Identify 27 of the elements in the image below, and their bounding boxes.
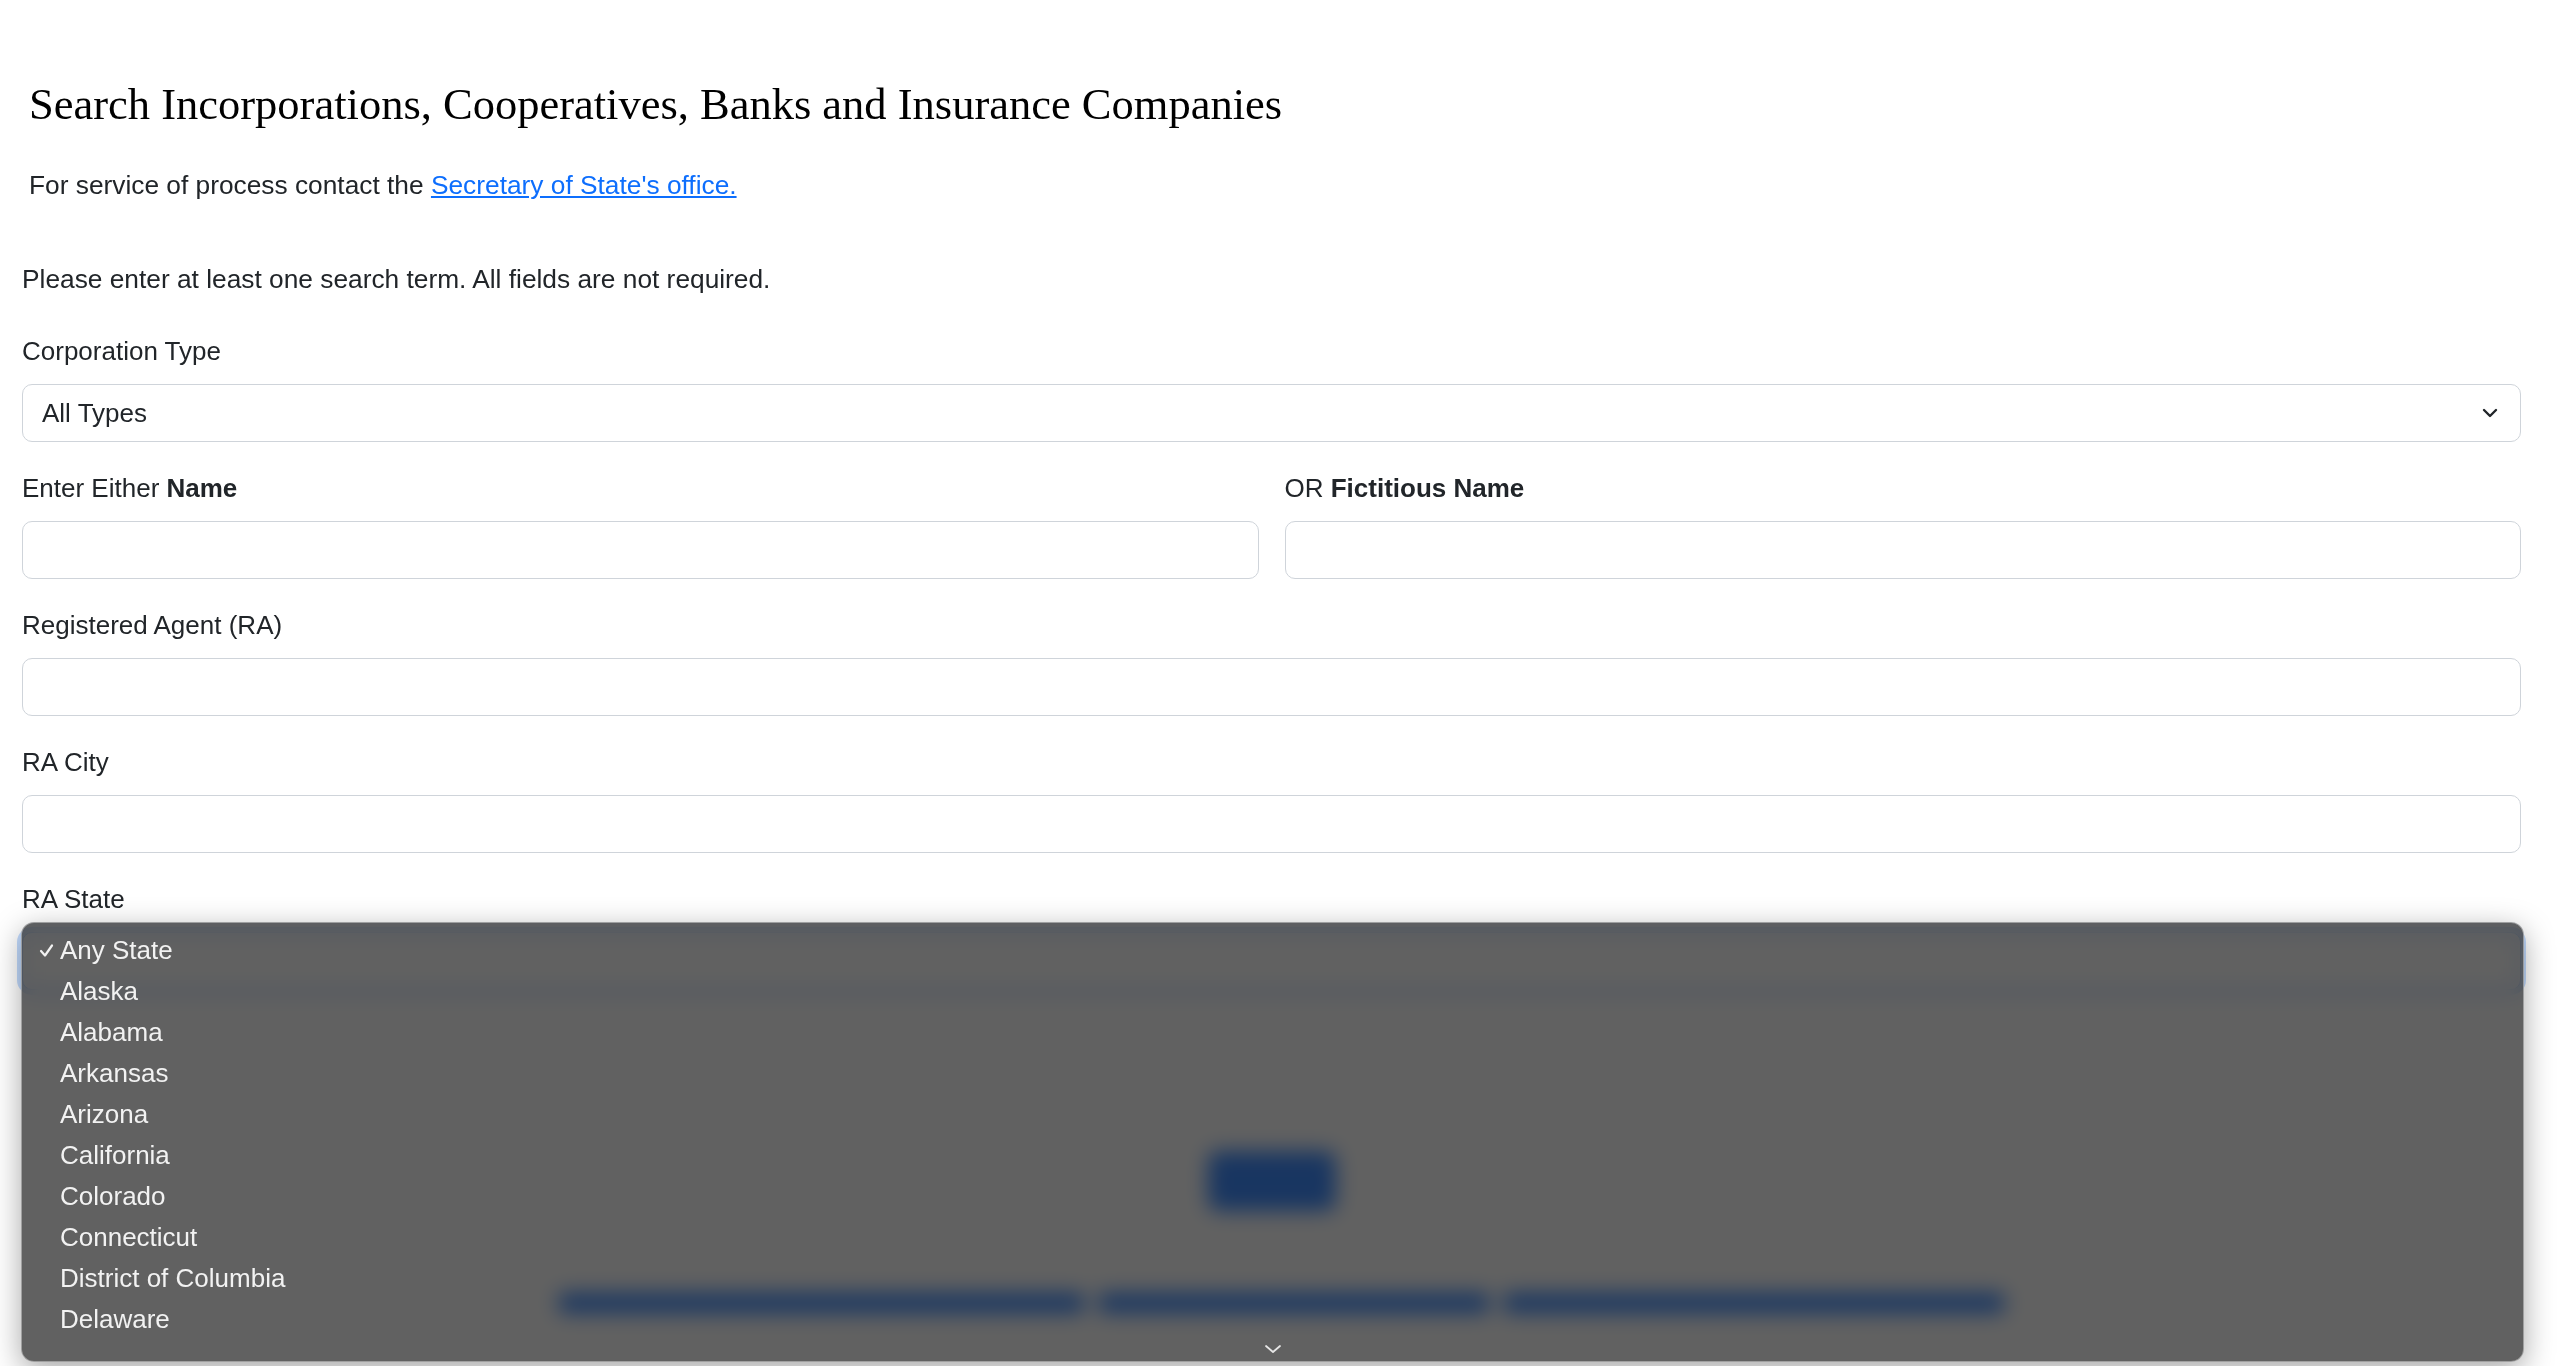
field-label: RA State xyxy=(22,883,125,916)
field-label: RA City xyxy=(22,746,109,779)
field-label: Enter Either Name xyxy=(22,472,238,505)
field-label: Corporation Type xyxy=(22,335,221,368)
dropdown-option[interactable]: Alabama xyxy=(22,1012,2523,1053)
text-input[interactable] xyxy=(22,658,2521,716)
dropdown-option[interactable]: Any State xyxy=(22,930,2523,971)
dropdown-option[interactable]: Colorado xyxy=(22,1176,2523,1217)
dropdown-option[interactable]: District of Columbia xyxy=(22,1258,2523,1299)
text-input[interactable] xyxy=(22,795,2521,853)
field-label: OR Fictitious Name xyxy=(1284,472,1525,505)
instructions-text: Please enter at least one search term. All fields are not required. xyxy=(22,263,771,296)
chevron-down-icon xyxy=(1263,1344,1282,1354)
dropdown-option[interactable]: Arkansas xyxy=(22,1053,2523,1094)
page-title: Search Incorporations, Cooperatives, Banks and Insurance Companies xyxy=(29,78,1283,131)
dropdown-option[interactable]: Delaware xyxy=(22,1299,2523,1340)
dropdown-option[interactable]: Arizona xyxy=(22,1094,2523,1135)
service-note: For service of process contact the Secretary of State's office. xyxy=(29,169,737,202)
chevron-down-icon xyxy=(2482,408,2498,418)
dropdown-select[interactable]: All Types xyxy=(22,384,2521,442)
field-label: Registered Agent (RA) xyxy=(22,609,283,642)
text-input[interactable] xyxy=(1284,521,2521,579)
text-input[interactable] xyxy=(22,521,1259,579)
dropdown-option[interactable]: Alaska xyxy=(22,971,2523,1012)
secretary-of-state-link[interactable]: Secretary of State's office. xyxy=(430,170,737,200)
dropdown-option[interactable]: Connecticut xyxy=(22,1217,2523,1258)
dropdown-option[interactable]: California xyxy=(22,1135,2523,1176)
